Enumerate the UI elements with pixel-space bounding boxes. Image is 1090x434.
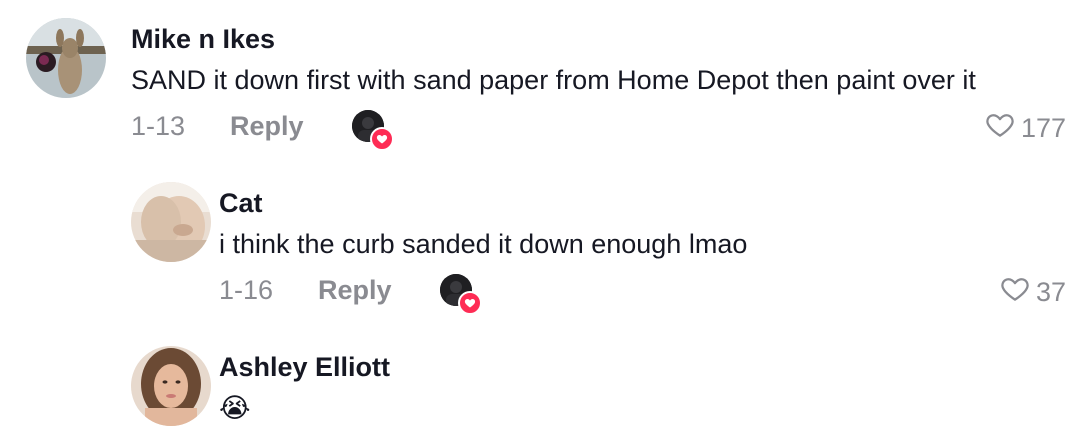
comment-text: 😭	[219, 393, 251, 423]
like-count: 177	[1020, 112, 1066, 143]
creator-liked-badge	[352, 110, 394, 151]
reply-item: Ashley Elliott 😭	[0, 328, 1090, 434]
comment-date: 1-16	[219, 275, 274, 305]
avatar-image-ashley	[131, 346, 211, 426]
comment-text: i think the curb sanded it down enough l…	[219, 229, 748, 259]
comment-username[interactable]: Ashley Elliott	[219, 351, 390, 383]
like-count: 37	[1035, 276, 1066, 307]
like-button[interactable]: 37	[998, 274, 1066, 309]
avatar-image-cat	[131, 182, 211, 262]
reply-button[interactable]: Reply	[230, 110, 304, 142]
heart-badge-icon	[370, 127, 394, 151]
comment-username[interactable]: Mike n Ikes	[131, 23, 275, 55]
creator-liked-badge	[440, 274, 482, 315]
reply-item: Cat i think the curb sanded it down enou…	[0, 164, 1090, 324]
comment-item: Mike n Ikes SAND it down first with sand…	[0, 0, 1090, 160]
avatar[interactable]	[131, 182, 211, 262]
avatar[interactable]	[26, 18, 106, 98]
reply-button[interactable]: Reply	[318, 274, 392, 306]
heart-outline-icon	[983, 110, 1017, 145]
like-button[interactable]: 177	[983, 110, 1066, 145]
avatar-image-deer	[26, 18, 106, 98]
avatar[interactable]	[131, 346, 211, 426]
comment-date: 1-13	[131, 111, 186, 141]
comment-username[interactable]: Cat	[219, 187, 263, 219]
heart-badge-icon	[458, 291, 482, 315]
comment-text: SAND it down first with sand paper from …	[131, 65, 976, 95]
heart-outline-icon	[998, 274, 1032, 309]
